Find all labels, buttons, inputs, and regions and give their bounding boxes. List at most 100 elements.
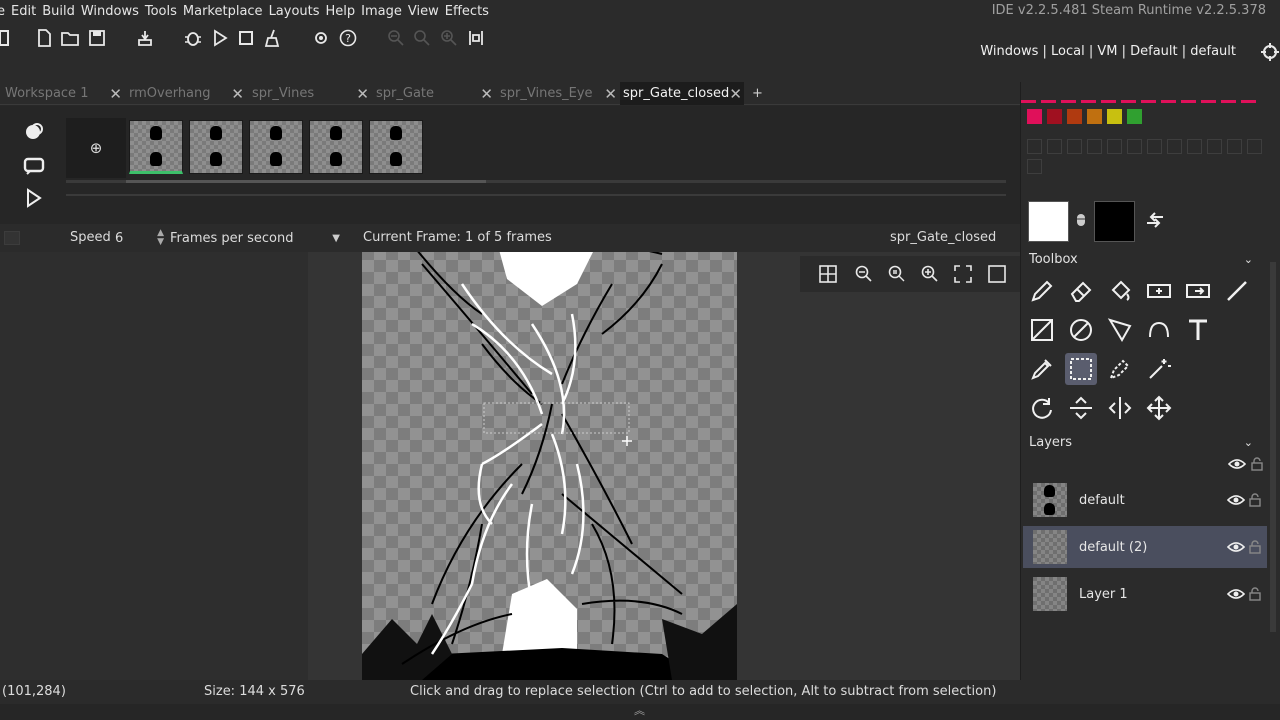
frame-thumb[interactable] [369,120,423,174]
fit-to-window-icon[interactable] [952,263,974,285]
toolbox-header[interactable]: Toolbox ⌄ [1021,248,1261,270]
layers-header[interactable]: Layers ⌄ [1021,431,1261,453]
close-icon[interactable]: ✕ [231,85,244,103]
frame-thumb[interactable] [189,120,243,174]
zoom-reset-icon[interactable] [411,27,433,49]
close-icon[interactable]: ✕ [604,85,617,103]
menu-item-effects[interactable]: Effects [442,4,492,19]
pencil-icon[interactable] [1026,275,1058,307]
palette-swatch[interactable] [1047,109,1062,124]
eye-icon[interactable] [1227,587,1245,601]
canvas-area[interactable] [0,252,1020,680]
close-icon[interactable]: ✕ [356,85,369,103]
menu-item-image[interactable]: Image [358,4,405,19]
menu-item-build[interactable]: Build [39,4,78,19]
polygon-icon[interactable] [1104,314,1136,346]
tab-spr-vines[interactable]: spr_Vines ✕ [252,82,372,105]
menu-item-help[interactable]: Help [323,4,359,19]
speed-unit-dropdown[interactable]: Frames per second ▼ [170,227,340,249]
clean-icon[interactable] [262,27,284,49]
ellipse-icon[interactable] [1065,314,1097,346]
tab-spr-gate-closed[interactable]: spr_Gate_closed ✕ [620,82,744,105]
color-picker-icon[interactable] [1026,353,1058,385]
flip-horizontal-icon[interactable] [1104,392,1136,424]
paste-brush-icon[interactable] [1182,275,1214,307]
swap-colors-icon[interactable] [1143,209,1167,233]
empty-swatch[interactable] [1067,139,1082,154]
zoom-out-icon[interactable] [385,27,407,49]
frame-thumb[interactable] [129,120,183,174]
layer-item-default[interactable]: default [1023,479,1267,521]
layer-item-default-2[interactable]: default (2) [1023,526,1267,568]
tab-spr-gate[interactable]: spr_Gate ✕ [376,82,496,105]
lock-icon[interactable] [1249,540,1261,554]
panel-scrollbar[interactable] [1270,262,1276,632]
rotate-icon[interactable] [1026,392,1058,424]
menu-item-marketplace[interactable]: Marketplace [180,4,266,19]
toggle-background-icon[interactable] [986,263,1008,285]
empty-swatch[interactable] [1227,139,1242,154]
close-icon[interactable]: ✕ [109,85,122,103]
copy-brush-icon[interactable] [1143,275,1175,307]
select-brush-icon[interactable] [1104,353,1136,385]
line-icon[interactable] [1221,275,1253,307]
eye-icon[interactable] [1227,493,1245,507]
move-icon[interactable] [1143,392,1175,424]
run-icon[interactable] [209,27,231,49]
text-icon[interactable] [1182,314,1214,346]
empty-swatch[interactable] [1107,139,1122,154]
secondary-color-swatch[interactable] [1094,201,1135,242]
help-icon[interactable]: ? [337,27,359,49]
zoom-reset-icon[interactable] [886,263,908,285]
magic-wand-icon[interactable] [1143,353,1175,385]
new-project-icon[interactable] [33,27,55,49]
frame-thumb[interactable] [309,120,363,174]
open-folder-icon[interactable] [59,27,81,49]
collapse-button[interactable] [4,231,20,245]
palette-swatch[interactable] [1127,109,1142,124]
target-info[interactable]: Windows | Local | VM | Default | default [980,44,1236,59]
play-animation-icon[interactable] [24,188,44,208]
zoom-in-icon[interactable] [919,263,941,285]
speed-input[interactable]: 6 ▲ ▼ [112,227,166,249]
palette-swatch[interactable] [1027,109,1042,124]
close-icon[interactable]: ✕ [729,85,742,103]
tab-spr-vines-eye[interactable]: spr_Vines_Eye ✕ [500,82,620,105]
palette-swatch[interactable] [1087,109,1102,124]
palette-swatch[interactable] [1067,109,1082,124]
empty-swatch[interactable] [1127,139,1142,154]
menu-item-e[interactable]: e [0,4,8,19]
add-tab-button[interactable]: + [752,82,768,105]
tab-rmoverhang[interactable]: rmOverhang ✕ [129,82,247,105]
empty-swatch[interactable] [1087,139,1102,154]
frame-scrollbar[interactable] [66,180,1006,183]
grid-icon[interactable] [817,263,839,285]
arc-icon[interactable] [1143,314,1175,346]
lock-icon[interactable] [1249,587,1261,601]
frame-thumb[interactable] [249,120,303,174]
eye-icon[interactable] [1227,457,1248,471]
save-icon[interactable] [86,27,108,49]
close-icon[interactable]: ✕ [480,85,493,103]
empty-swatch[interactable] [1247,139,1262,154]
menu-item-layouts[interactable]: Layouts [266,4,323,19]
loop-icon[interactable] [22,154,46,178]
empty-swatch[interactable] [1187,139,1202,154]
chevron-down-icon[interactable]: ⌄ [1244,436,1253,449]
debug-icon[interactable] [182,27,204,49]
create-executable-icon[interactable] [134,27,156,49]
empty-swatch[interactable] [1027,139,1042,154]
stop-icon[interactable] [235,27,257,49]
zoom-in-icon[interactable] [438,27,460,49]
menu-item-windows[interactable]: Windows [78,4,142,19]
eraser-icon[interactable] [1065,275,1097,307]
target-crosshair-icon[interactable] [1259,41,1280,63]
empty-swatch[interactable] [1027,159,1042,174]
tab-workspace-1[interactable]: Workspace 1 ✕ [5,82,125,105]
open-project-icon[interactable] [0,27,18,49]
gamepad-icon[interactable] [465,27,487,49]
menu-item-tools[interactable]: Tools [142,4,180,19]
chevron-up-icon[interactable]: ︽ [634,702,645,718]
palette-swatch[interactable] [1107,109,1122,124]
rectangle-icon[interactable] [1026,314,1058,346]
